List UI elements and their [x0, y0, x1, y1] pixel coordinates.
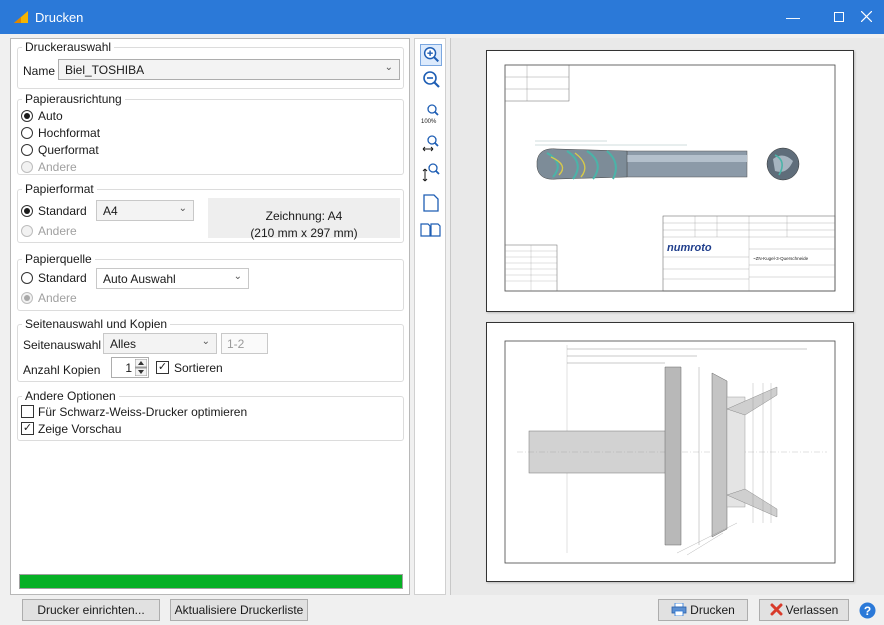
- copies-stepper[interactable]: 1: [111, 357, 149, 378]
- fit-height-icon[interactable]: [420, 161, 442, 183]
- refresh-printer-list-label: Aktualisiere Druckerliste: [174, 603, 304, 617]
- paper-format-other-radio: [21, 225, 33, 237]
- red-x-icon: [770, 603, 783, 616]
- print-button[interactable]: Drucken: [658, 599, 748, 621]
- orientation-auto-label: Auto: [38, 109, 63, 123]
- orientation-landscape-radio[interactable]: [21, 144, 33, 156]
- paper-format-standard-radio[interactable]: [21, 205, 33, 217]
- print-preview-area: numroto ~ZN-Kugel-3-Querschneide: [450, 38, 884, 595]
- preview-page-2: [486, 322, 854, 582]
- printer-setup-label: Drucker einrichten...: [37, 603, 145, 617]
- printer-name-label: Name: [23, 64, 56, 78]
- copies-label: Anzahl Kopien: [23, 363, 101, 377]
- paper-source-group-title: Papierquelle: [22, 252, 95, 266]
- stepper-arrows-icon: [135, 359, 147, 376]
- pages-copies-group: Seitenauswahl und Kopien Seitenauswahl A…: [17, 317, 404, 382]
- paper-format-standard-label: Standard: [38, 204, 87, 218]
- paper-source-value: Auto Auswahl: [103, 272, 176, 286]
- bw-optimize-checkbox[interactable]: [21, 405, 34, 418]
- close-icon: [860, 10, 872, 23]
- show-preview-label: Zeige Vorschau: [38, 422, 122, 436]
- printer-setup-button[interactable]: Drucker einrichten...: [22, 599, 160, 621]
- orientation-group: Papierausrichtung Auto Hochformat Querfo…: [17, 92, 404, 175]
- drawing-title-text: ~ZN-Kugel-3-Querschneide: [753, 256, 809, 261]
- paper-source-standard-label: Standard: [38, 271, 87, 285]
- paper-format-group-title: Papierformat: [22, 182, 97, 196]
- paper-format-other-label: Andere: [38, 224, 77, 238]
- sort-checkbox[interactable]: ✓: [156, 361, 169, 374]
- paper-format-group: Papierformat Standard A4 ⌄ Andere Zeichn…: [17, 182, 404, 243]
- preview-page-1: numroto ~ZN-Kugel-3-Querschneide: [486, 50, 854, 312]
- bw-optimize-label: Für Schwarz-Weiss-Drucker optimieren: [38, 405, 248, 419]
- preview-toolbar: 100%: [414, 38, 446, 595]
- maximize-icon: [834, 12, 844, 22]
- other-options-group: Andere Optionen Für Schwarz-Weiss-Drucke…: [17, 389, 404, 441]
- chevron-down-icon: ⌄: [384, 62, 393, 73]
- drawing-size-line2: (210 mm x 297 mm): [250, 226, 358, 240]
- page-2-drawing: [504, 340, 836, 564]
- page-selection-select[interactable]: Alles ⌄: [103, 333, 217, 354]
- drawing-size-info: Zeichnung: A4 (210 mm x 297 mm): [208, 198, 400, 240]
- other-options-group-title: Andere Optionen: [22, 389, 119, 403]
- two-pages-icon[interactable]: [420, 219, 442, 241]
- title-bar: Drucken —: [0, 0, 884, 34]
- page-range-value: 1-2: [227, 337, 245, 351]
- copies-value: 1: [125, 361, 132, 375]
- help-icon[interactable]: ?: [859, 602, 876, 619]
- close-button[interactable]: [848, 0, 884, 34]
- paper-source-other-label: Andere: [38, 291, 77, 305]
- printer-select[interactable]: Biel_TOSHIBA ⌄: [58, 59, 400, 80]
- print-settings-panel: Druckerauswahl Name Biel_TOSHIBA ⌄ Papie…: [10, 38, 410, 595]
- drawing-size-line1: Zeichnung: A4: [265, 209, 343, 223]
- print-label: Drucken: [690, 603, 735, 617]
- orientation-portrait-radio[interactable]: [21, 127, 33, 139]
- chevron-down-icon: ⌄: [178, 203, 187, 214]
- zoom-100-text: 100%: [421, 119, 437, 125]
- paper-size-value: A4: [103, 204, 118, 218]
- show-preview-checkbox[interactable]: ✓: [21, 422, 34, 435]
- exit-button[interactable]: Verlassen: [759, 599, 849, 621]
- orientation-other-radio: [21, 161, 33, 173]
- orientation-other-label: Andere: [38, 160, 77, 174]
- progress-bar: [19, 574, 403, 589]
- zoom-in-icon[interactable]: [420, 44, 442, 66]
- sort-label: Sortieren: [174, 361, 223, 375]
- pages-copies-group-title: Seitenauswahl und Kopien: [22, 317, 171, 331]
- orientation-auto-radio[interactable]: [21, 110, 33, 122]
- app-logo-icon: [14, 11, 28, 23]
- page-selection-value: Alles: [110, 337, 137, 351]
- fit-width-icon[interactable]: [420, 133, 442, 155]
- paper-source-other-radio: [21, 292, 33, 304]
- paper-source-select[interactable]: Auto Auswahl ⌄: [96, 268, 249, 289]
- page-1-drawing: numroto ~ZN-Kugel-3-Querschneide: [504, 64, 836, 292]
- exit-label: Verlassen: [785, 603, 839, 617]
- company-logo-text: numroto: [667, 242, 712, 254]
- zoom-100-icon[interactable]: 100%: [420, 103, 442, 125]
- printer-group-title: Druckerauswahl: [22, 40, 115, 54]
- refresh-printer-list-button[interactable]: Aktualisiere Druckerliste: [170, 599, 308, 621]
- single-page-icon[interactable]: [420, 192, 442, 214]
- window-title: Drucken: [35, 10, 84, 25]
- paper-source-group: Papierquelle Standard Auto Auswahl ⌄ And…: [17, 252, 404, 311]
- page-range-input[interactable]: 1-2: [221, 333, 268, 354]
- chevron-down-icon: ⌄: [233, 271, 242, 282]
- paper-size-select[interactable]: A4 ⌄: [96, 200, 194, 221]
- page-selection-label: Seitenauswahl: [23, 338, 102, 352]
- printer-group: Druckerauswahl Name Biel_TOSHIBA ⌄: [17, 40, 404, 89]
- orientation-portrait-label: Hochformat: [38, 126, 101, 140]
- paper-source-standard-radio[interactable]: [21, 272, 33, 284]
- svg-text:?: ?: [864, 604, 871, 618]
- orientation-group-title: Papierausrichtung: [22, 92, 125, 106]
- printer-select-value: Biel_TOSHIBA: [65, 63, 145, 77]
- minimize-button[interactable]: —: [770, 0, 816, 34]
- orientation-landscape-label: Querformat: [38, 143, 99, 157]
- printer-icon: [671, 602, 687, 617]
- zoom-out-icon[interactable]: [420, 69, 442, 91]
- chevron-down-icon: ⌄: [201, 336, 210, 347]
